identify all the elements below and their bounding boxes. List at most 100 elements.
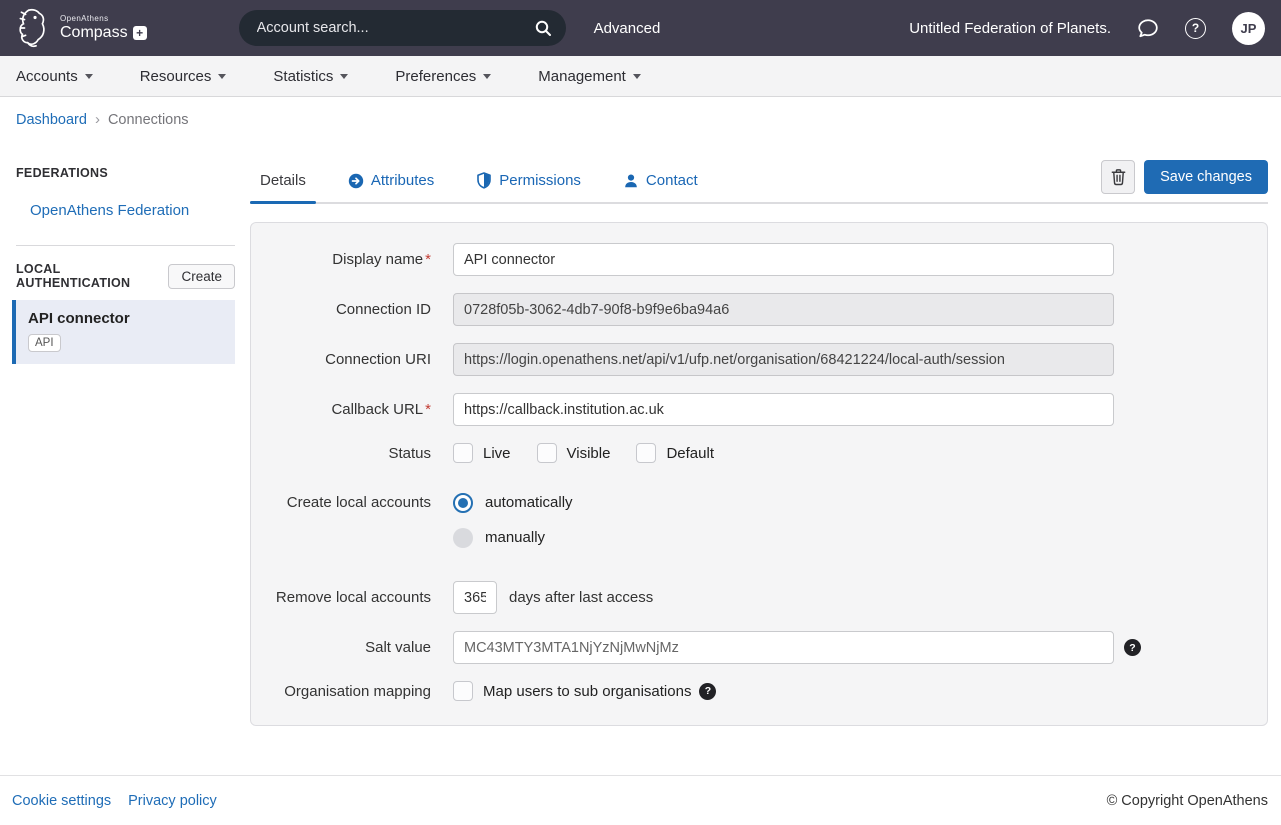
local-authentication-heading: LOCAL AUTHENTICATION	[16, 262, 168, 290]
status-visible-option[interactable]: Visible	[537, 443, 611, 463]
tab-details-label: Details	[260, 172, 306, 189]
tab-details[interactable]: Details	[250, 160, 316, 202]
tab-contact-label: Contact	[646, 172, 698, 189]
create-local-accounts-label: Create local accounts	[251, 486, 453, 519]
remove-local-accounts-label: Remove local accounts	[251, 589, 453, 606]
remove-local-accounts-row: Remove local accounts days after last ac…	[251, 581, 1241, 614]
nav-resources-label: Resources	[140, 68, 212, 85]
connection-uri-label: Connection URI	[251, 351, 453, 368]
shield-icon	[476, 172, 492, 189]
account-search	[239, 10, 566, 46]
nav-statistics[interactable]: Statistics	[273, 68, 348, 85]
status-live-label: Live	[483, 445, 511, 462]
status-default-label: Default	[666, 445, 714, 462]
nav-statistics-label: Statistics	[273, 68, 333, 85]
search-icon[interactable]	[534, 19, 552, 37]
breadcrumb: Dashboard › Connections	[0, 97, 1281, 140]
sidebar-item-api-connector[interactable]: API connector API	[12, 300, 235, 364]
mapping-help-icon[interactable]: ?	[699, 683, 716, 700]
sidebar-item-openathens-federation[interactable]: OpenAthens Federation	[30, 202, 250, 219]
arrow-circle-icon	[348, 173, 364, 189]
status-default-option[interactable]: Default	[636, 443, 714, 463]
nav-management-label: Management	[538, 68, 626, 85]
remove-days-suffix: days after last access	[509, 589, 653, 606]
connection-id-input	[453, 293, 1114, 326]
status-live-option[interactable]: Live	[453, 443, 511, 463]
tab-attributes-label: Attributes	[371, 172, 434, 189]
callback-url-label: Callback URL*	[251, 401, 453, 418]
create-accounts-manually-option[interactable]: manually	[453, 521, 573, 554]
status-visible-label: Visible	[567, 445, 611, 462]
tab-bar: Details Attributes Permissions	[250, 160, 1268, 204]
nav-management[interactable]: Management	[538, 68, 641, 85]
tab-permissions[interactable]: Permissions	[466, 160, 591, 202]
sidebar: FEDERATIONS OpenAthens Federation LOCAL …	[0, 140, 250, 364]
user-avatar[interactable]: JP	[1232, 12, 1265, 45]
salt-value-input[interactable]	[453, 631, 1114, 664]
brand-compass: Compass	[60, 25, 128, 41]
trash-icon	[1110, 168, 1127, 186]
person-icon	[623, 173, 639, 189]
copyright-text: © Copyright OpenAthens	[1107, 793, 1268, 809]
map-users-label: Map users to sub organisations	[483, 683, 691, 700]
radio-unselected-icon[interactable]	[453, 528, 473, 548]
brand-openathens: OpenAthens	[60, 15, 147, 23]
breadcrumb-dashboard-link[interactable]: Dashboard	[16, 112, 87, 128]
salt-help-icon[interactable]: ?	[1124, 639, 1141, 656]
chevron-down-icon	[85, 74, 93, 79]
brand-text: OpenAthens Compass +	[60, 15, 147, 41]
display-name-label: Display name*	[251, 251, 453, 268]
app-header: OpenAthens Compass + Advanced Untitled F…	[0, 0, 1281, 56]
organisation-mapping-row: Organisation mapping Map users to sub or…	[251, 681, 1241, 701]
callback-url-row: Callback URL*	[251, 393, 1241, 426]
display-name-row: Display name*	[251, 243, 1241, 276]
display-name-input[interactable]	[453, 243, 1114, 276]
delete-button[interactable]	[1101, 160, 1135, 194]
status-visible-checkbox[interactable]	[537, 443, 557, 463]
openathens-logo: OpenAthens Compass +	[16, 7, 147, 49]
cookie-settings-link[interactable]: Cookie settings	[12, 793, 111, 809]
page-footer: Cookie settings Privacy policy © Copyrig…	[0, 775, 1281, 825]
chat-icon[interactable]	[1137, 17, 1159, 39]
required-asterisk: *	[425, 251, 431, 268]
radio-selected-icon[interactable]	[453, 493, 473, 513]
chevron-down-icon	[218, 74, 226, 79]
connection-id-label: Connection ID	[251, 301, 453, 318]
nav-resources[interactable]: Resources	[140, 68, 227, 85]
connection-uri-input	[453, 343, 1114, 376]
main-content: Details Attributes Permissions	[250, 140, 1281, 726]
create-accounts-automatically-option[interactable]: automatically	[453, 486, 573, 519]
tab-contact[interactable]: Contact	[613, 160, 708, 202]
connection-name: API connector	[28, 310, 223, 327]
advanced-search-link[interactable]: Advanced	[594, 20, 661, 37]
main-nav: Accounts Resources Statistics Preference…	[0, 56, 1281, 97]
callback-url-input[interactable]	[453, 393, 1114, 426]
salt-value-row: Salt value ?	[251, 631, 1241, 664]
plus-badge-icon: +	[133, 26, 147, 40]
save-changes-button[interactable]: Save changes	[1144, 160, 1268, 194]
status-default-checkbox[interactable]	[636, 443, 656, 463]
owl-logo-icon	[16, 7, 52, 49]
create-local-accounts-row: Create local accounts automatically manu…	[251, 486, 1241, 554]
map-users-checkbox[interactable]	[453, 681, 473, 701]
nav-accounts[interactable]: Accounts	[16, 68, 93, 85]
connection-uri-row: Connection URI	[251, 343, 1241, 376]
salt-value-label: Salt value	[251, 639, 453, 656]
tab-attributes[interactable]: Attributes	[338, 160, 444, 202]
map-users-option[interactable]: Map users to sub organisations ?	[453, 681, 716, 701]
status-live-checkbox[interactable]	[453, 443, 473, 463]
create-button[interactable]: Create	[168, 264, 235, 289]
help-icon[interactable]: ?	[1185, 18, 1206, 39]
privacy-policy-link[interactable]: Privacy policy	[128, 793, 217, 809]
nav-preferences[interactable]: Preferences	[395, 68, 491, 85]
search-input[interactable]	[257, 20, 534, 36]
tab-permissions-label: Permissions	[499, 172, 581, 189]
federations-heading: FEDERATIONS	[16, 166, 250, 180]
automatically-label: automatically	[485, 494, 573, 511]
organisation-name: Untitled Federation of Planets.	[909, 20, 1111, 37]
breadcrumb-current: Connections	[108, 112, 189, 128]
manually-label: manually	[485, 529, 545, 546]
nav-accounts-label: Accounts	[16, 68, 78, 85]
remove-days-input[interactable]	[453, 581, 497, 614]
chevron-down-icon	[483, 74, 491, 79]
